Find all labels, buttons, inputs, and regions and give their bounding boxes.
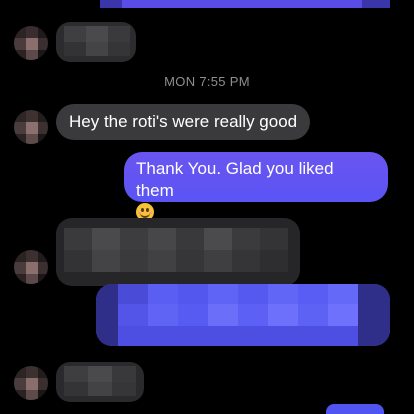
redacted-incoming-bubble [56,22,136,62]
message-text: Thank You. Glad you liked them [136,159,334,200]
redacted-outgoing-bubble-bottom [326,404,384,414]
redacted-outgoing-bubble [96,284,390,346]
redacted-avatar [14,26,48,60]
message-timestamp: MON 7:55 PM [164,74,250,89]
redacted-incoming-bubble [56,362,144,402]
redacted-avatar [14,250,48,284]
redacted-avatar [14,366,48,400]
redacted-outgoing-bubble-top [100,0,390,8]
redacted-incoming-bubble [56,218,300,286]
outgoing-message-bubble[interactable]: Thank You. Glad you liked them [124,152,388,221]
redacted-avatar [14,110,48,144]
incoming-message-bubble[interactable]: Hey the roti's were really good [56,104,311,140]
message-text: Hey the roti's were really good [69,112,298,131]
